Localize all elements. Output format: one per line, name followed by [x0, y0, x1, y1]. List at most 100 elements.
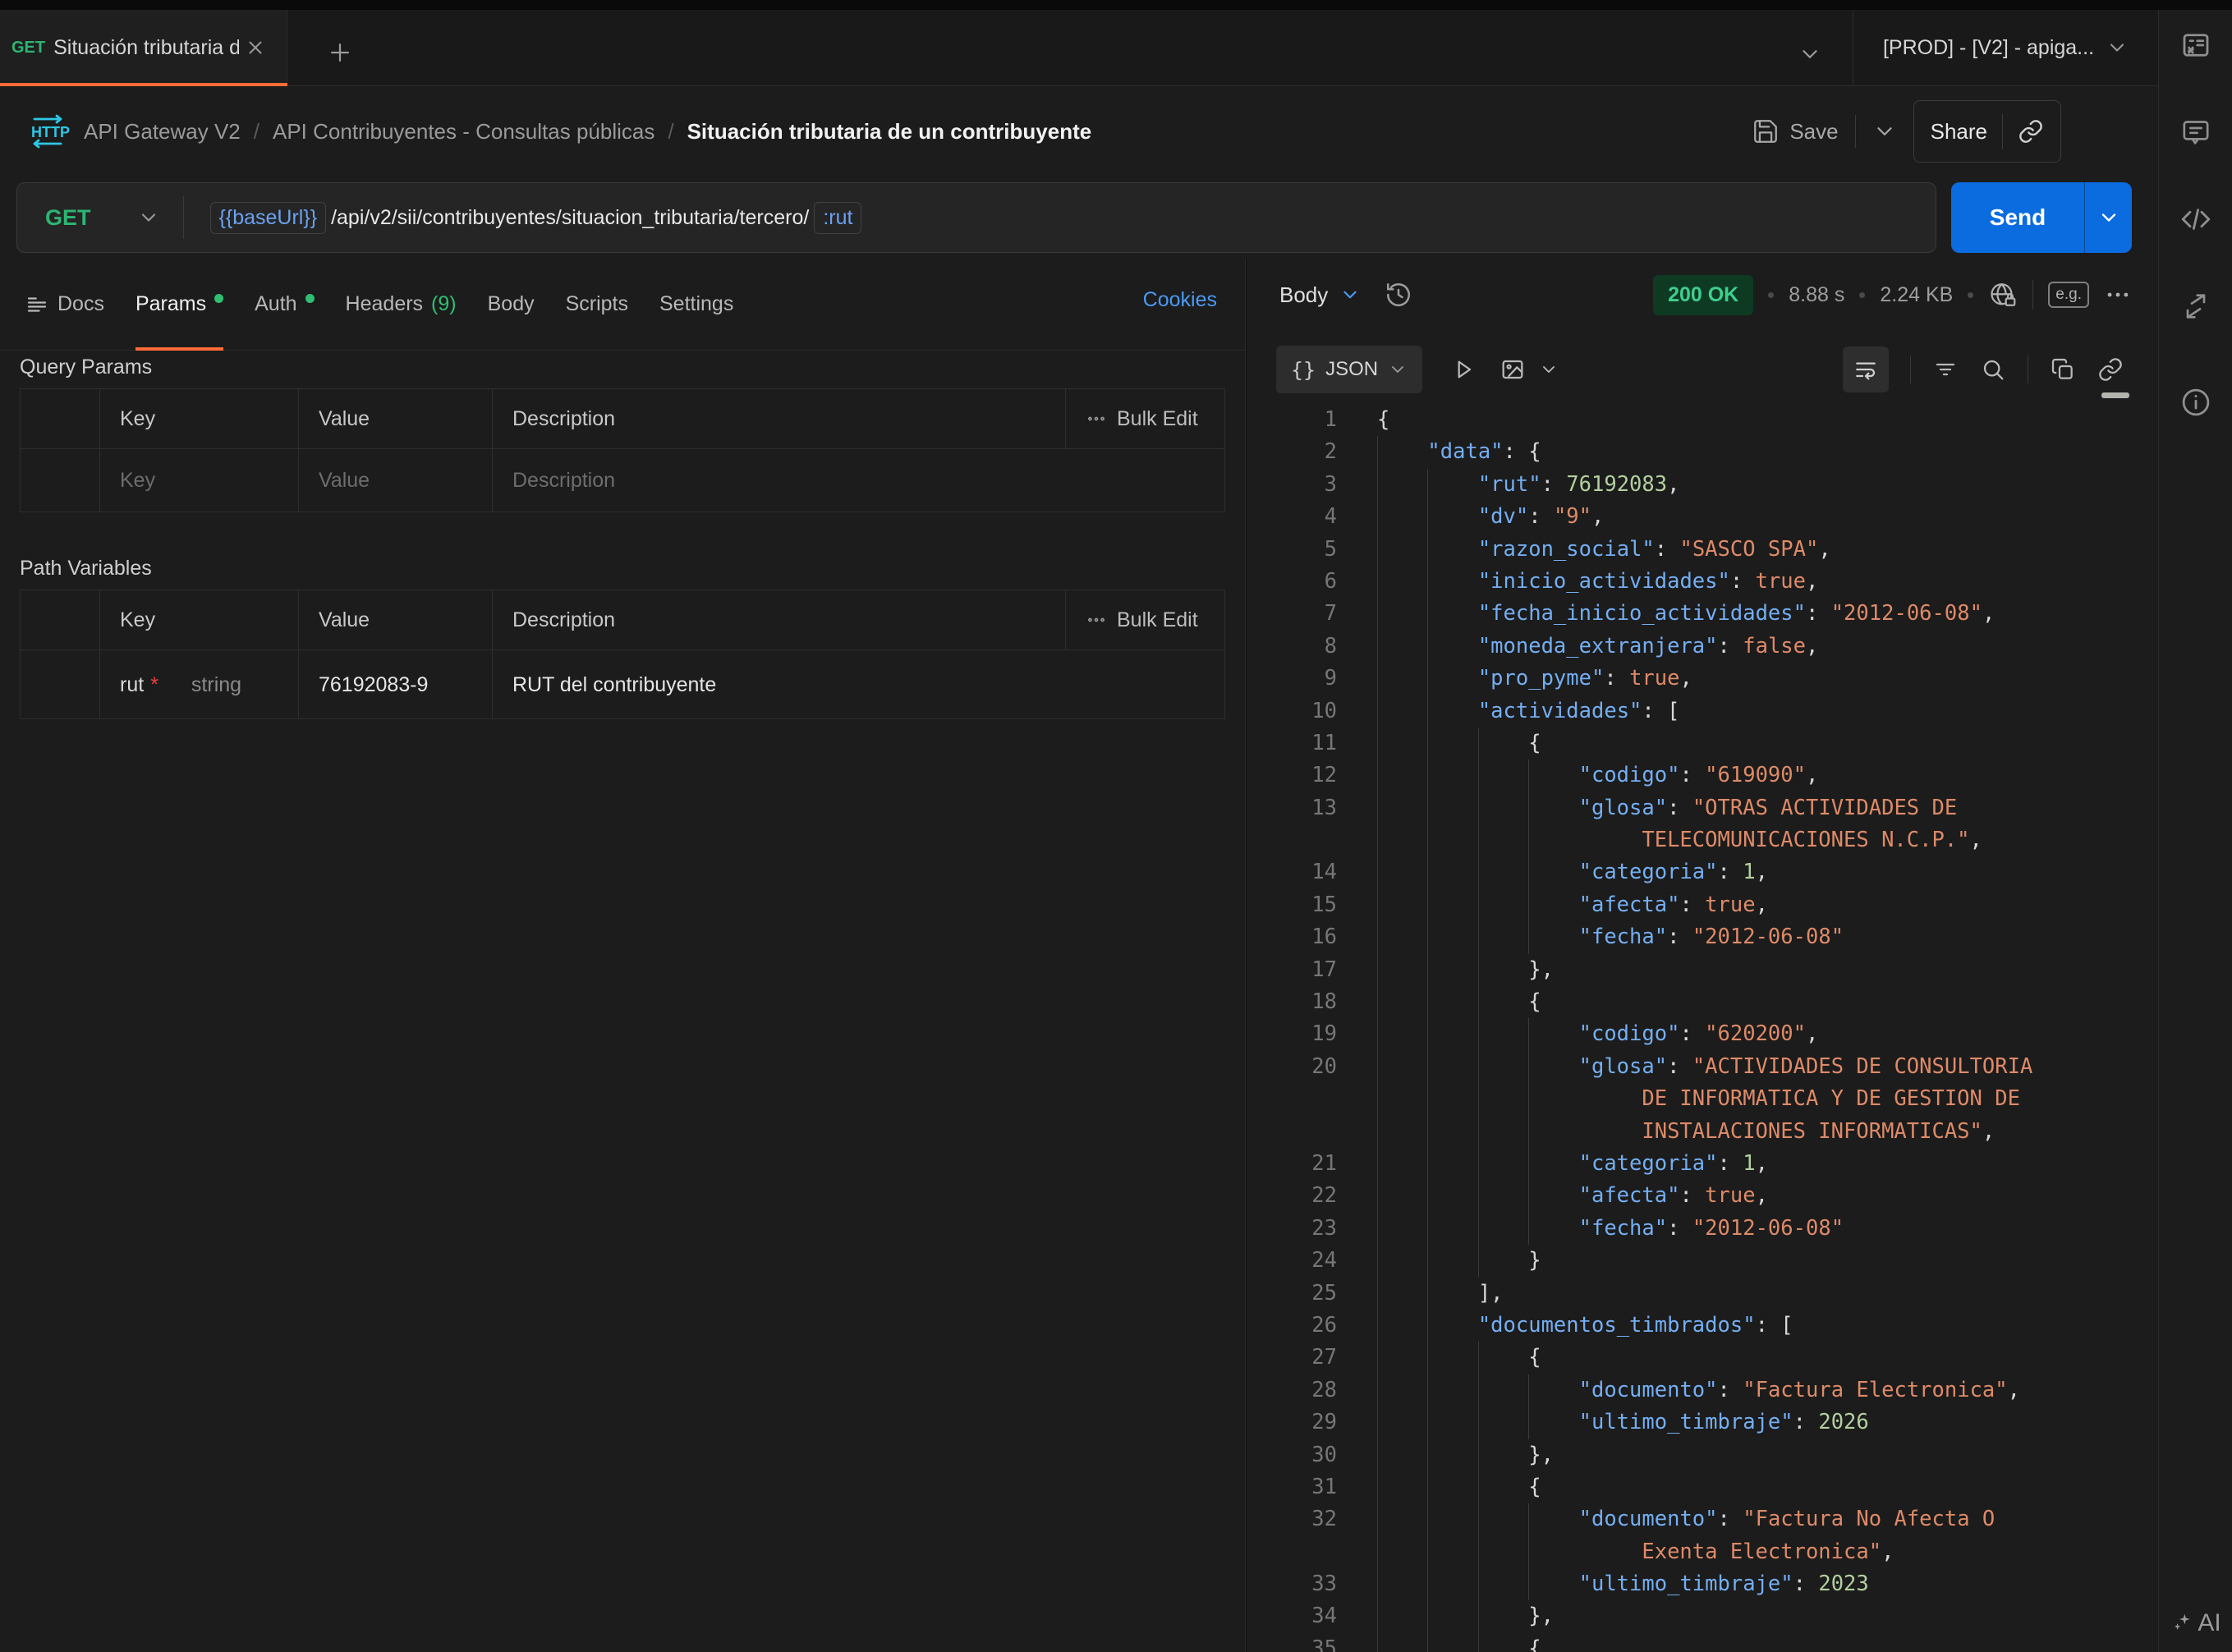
request-tab[interactable]: GET Situación tributaria de [0, 10, 287, 85]
code-line: 27{ [1247, 1342, 2138, 1374]
bulk-edit-button[interactable]: Bulk Edit [1065, 590, 1224, 649]
breadcrumb-folder[interactable]: API Contribuyentes - Consultas públicas [273, 119, 654, 145]
bulk-edit-button[interactable]: Bulk Edit [1065, 389, 1224, 448]
filter-icon[interactable] [1932, 356, 1959, 383]
request-pane: Docs Params Auth Headers (9) Body Script… [0, 259, 1246, 1652]
method-selector[interactable]: GET [17, 205, 183, 231]
response-json-viewer[interactable]: 1{2"data": {3"rut": 76192083,4"dv": "9",… [1247, 404, 2138, 1652]
chevron-down-icon [1339, 284, 1361, 305]
save-as-example-icon[interactable]: e.g. [2048, 282, 2089, 308]
http-method-icon: HTTP [25, 112, 71, 151]
line-number: 35 [1247, 1633, 1337, 1652]
path-variable-value-input[interactable] [319, 673, 492, 697]
environment-quick-look-icon[interactable] [2179, 28, 2213, 62]
code-line: DE INFORMATICA Y DE GESTION DE [1247, 1083, 2138, 1115]
code-snippet-icon[interactable] [2179, 202, 2213, 236]
line-number: 27 [1247, 1342, 1337, 1374]
save-icon [1752, 117, 1780, 145]
code-line: 22"afecta": true, [1247, 1180, 2138, 1212]
path-variable-description-input[interactable] [512, 673, 1224, 697]
base-url-variable[interactable]: {{baseUrl}} [210, 202, 327, 234]
line-number: 7 [1247, 598, 1337, 630]
new-tab-plus-icon[interactable] [322, 34, 358, 71]
save-options-chevron-down-icon[interactable] [1872, 119, 1897, 144]
visualize-image-icon[interactable] [1499, 356, 1526, 383]
visualize-chevron-down-icon[interactable] [1539, 360, 1559, 379]
line-number: 16 [1247, 921, 1337, 953]
bulk-edit-dots-icon [1086, 609, 1107, 631]
line-number: 14 [1247, 856, 1337, 888]
tab-title: Situación tributaria de [53, 36, 239, 60]
code-line: 21"categoria": 1, [1247, 1148, 2138, 1180]
param-description-input[interactable] [512, 469, 1224, 493]
response-header: Body 200 OK 8.88 s 2.24 KB e.g. [1247, 259, 2158, 331]
line-number: 21 [1247, 1148, 1337, 1180]
variable-type: string [191, 673, 241, 697]
tab-bar: GET Situación tributaria de [PROD] - [V2… [0, 10, 2232, 86]
postbot-ai-icon[interactable]: AI [2170, 1609, 2221, 1637]
code-line: 25], [1247, 1278, 2138, 1310]
info-icon[interactable] [2179, 385, 2213, 420]
chevron-down-icon [137, 206, 160, 229]
required-asterisk: * [150, 673, 158, 697]
breadcrumb-collection[interactable]: API Gateway V2 [84, 119, 241, 145]
status-badge[interactable]: 200 OK [1653, 275, 1753, 315]
related-requests-icon[interactable] [2179, 290, 2212, 323]
comments-icon[interactable] [2179, 116, 2212, 149]
copy-response-icon[interactable] [2050, 356, 2076, 383]
code-line: 5"razon_social": "SASCO SPA", [1247, 534, 2138, 566]
headers-count: (9) [431, 292, 457, 316]
tab-headers[interactable]: Headers (9) [346, 259, 457, 351]
copy-link-icon[interactable] [2018, 118, 2044, 145]
tab-settings[interactable]: Settings [659, 259, 733, 351]
response-history-icon[interactable] [1384, 280, 1413, 310]
param-value-input[interactable] [319, 469, 492, 493]
response-size[interactable]: 2.24 KB [1880, 283, 1953, 307]
code-line: 6"inicio_actividades": true, [1247, 566, 2138, 598]
tab-auth[interactable]: Auth [255, 259, 314, 351]
param-key-input[interactable] [120, 469, 298, 493]
tab-list-chevron-down-icon[interactable] [1790, 36, 1830, 72]
response-time[interactable]: 8.88 s [1789, 283, 1844, 307]
share-response-link-icon[interactable] [2097, 356, 2124, 383]
line-number [1247, 1536, 1337, 1568]
send-options-chevron-down-icon[interactable] [2084, 182, 2132, 253]
line-number: 34 [1247, 1600, 1337, 1632]
response-more-options-icon[interactable] [2104, 281, 2132, 309]
cookies-link[interactable]: Cookies [1143, 288, 1217, 312]
close-icon[interactable] [241, 33, 270, 62]
code-line: 34}, [1247, 1600, 2138, 1632]
network-info-globe-lock-icon[interactable] [1988, 280, 2018, 310]
tab-scripts[interactable]: Scripts [566, 259, 628, 351]
preview-play-icon[interactable] [1450, 356, 1477, 383]
send-button[interactable]: Send [1951, 182, 2132, 253]
line-number: 3 [1247, 469, 1337, 501]
table-row: rut * string [21, 649, 1224, 718]
response-body-selector[interactable]: Body [1279, 282, 1361, 308]
request-name[interactable]: Situación tributaria de un contribuyente [687, 119, 1092, 145]
response-format-selector[interactable]: {} JSON [1276, 346, 1422, 393]
code-line: 16"fecha": "2012-06-08" [1247, 921, 2138, 953]
url-row: GET {{baseUrl}} /api/v2/sii/contribuyent… [0, 177, 2158, 259]
code-line: Exenta Electronica", [1247, 1536, 2138, 1568]
scrollbar-thumb[interactable] [2101, 392, 2129, 398]
line-number [1247, 1116, 1337, 1148]
tab-body[interactable]: Body [488, 259, 535, 351]
line-number: 32 [1247, 1503, 1337, 1535]
wrap-text-toggle[interactable] [1843, 346, 1889, 392]
save-button[interactable]: Save [1752, 117, 1838, 145]
code-line: 7"fecha_inicio_actividades": "2012-06-08… [1247, 598, 2138, 630]
path-param-rut[interactable]: :rut [814, 202, 861, 234]
environment-selector[interactable]: [PROD] - [V2] - apiga... [1853, 10, 2158, 85]
code-line: 12"codigo": "619090", [1247, 759, 2138, 792]
path-variable-key[interactable]: rut * string [99, 650, 298, 719]
search-icon[interactable] [1980, 356, 2006, 383]
tab-method-badge: GET [11, 39, 45, 57]
line-number: 29 [1247, 1406, 1337, 1439]
tab-docs[interactable]: Docs [25, 259, 104, 351]
request-header-row: HTTP API Gateway V2 / API Contribuyentes… [0, 86, 2158, 177]
url-editor[interactable]: {{baseUrl}} /api/v2/sii/contribuyentes/s… [183, 196, 862, 239]
response-toolbar: {} JSON [1247, 335, 2158, 404]
tab-params[interactable]: Params [135, 259, 223, 351]
share-button[interactable]: Share [1913, 100, 2061, 163]
